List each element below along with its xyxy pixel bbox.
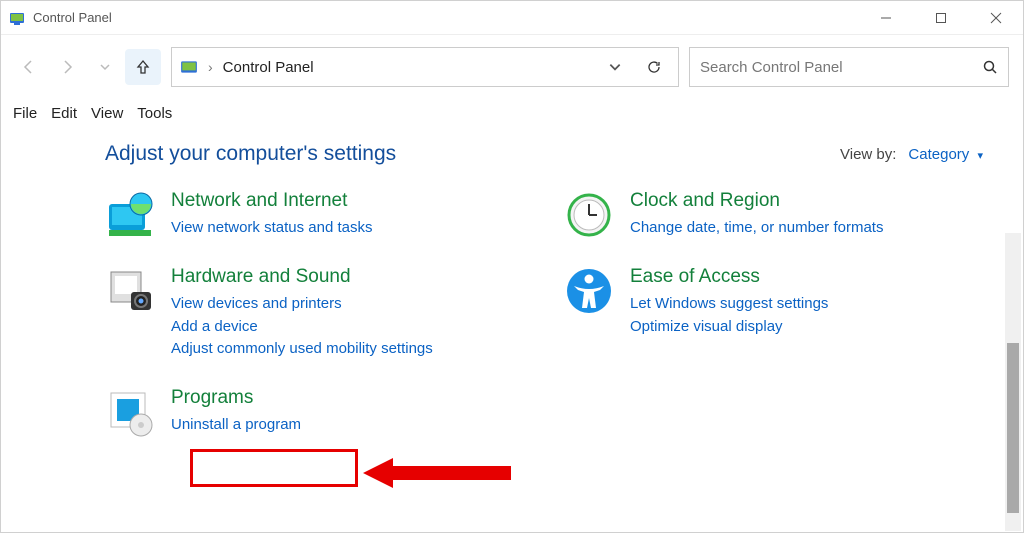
content-area: Adjust your computer's settings View by:… — [1, 132, 1023, 531]
category-clock: Clock and Region Change date, time, or n… — [564, 190, 983, 240]
address-dropdown-icon[interactable] — [600, 60, 630, 74]
category-link[interactable]: Optimize visual display — [630, 317, 828, 337]
refresh-button[interactable] — [638, 59, 670, 75]
clock-icon — [564, 190, 614, 240]
window-title: Control Panel — [33, 10, 112, 25]
forward-button[interactable] — [49, 49, 85, 85]
category-title[interactable]: Ease of Access — [630, 266, 760, 288]
category-title[interactable]: Network and Internet — [171, 190, 347, 212]
up-button[interactable] — [125, 49, 161, 85]
minimize-button[interactable] — [858, 1, 913, 35]
category-title[interactable]: Clock and Region — [630, 190, 780, 212]
viewby-dropdown[interactable]: Category ▾ — [908, 146, 983, 163]
menubar: File Edit View Tools — [1, 99, 1023, 132]
category-link[interactable]: Uninstall a program — [171, 415, 301, 435]
category-hardware: Hardware and Sound View devices and prin… — [105, 266, 524, 361]
category-ease-of-access: Ease of Access Let Windows suggest setti… — [564, 266, 983, 339]
category-programs: Programs Uninstall a program — [105, 387, 524, 437]
scrollbar-thumb[interactable] — [1007, 343, 1019, 513]
accessibility-icon — [564, 266, 614, 316]
control-panel-app-icon — [9, 10, 25, 26]
menu-tools[interactable]: Tools — [137, 105, 172, 122]
programs-icon — [105, 387, 155, 437]
viewby-label: View by: — [840, 146, 896, 163]
titlebar: Control Panel — [1, 1, 1023, 35]
breadcrumb-root[interactable]: Control Panel — [223, 59, 314, 76]
search-icon[interactable] — [982, 59, 998, 75]
menu-view[interactable]: View — [91, 105, 123, 122]
vertical-scrollbar[interactable] — [1005, 233, 1021, 531]
close-button[interactable] — [968, 1, 1023, 35]
search-input[interactable]: Search Control Panel — [689, 47, 1009, 87]
window-controls — [858, 1, 1023, 35]
chevron-down-icon: ▾ — [977, 150, 983, 162]
category-link[interactable]: Adjust commonly used mobility settings — [171, 339, 433, 359]
left-column: Network and Internet View network status… — [105, 190, 524, 463]
page-heading: Adjust your computer's settings — [105, 142, 840, 166]
network-icon — [105, 190, 155, 240]
back-button[interactable] — [11, 49, 47, 85]
category-link[interactable]: Add a device — [171, 317, 433, 337]
category-link[interactable]: View network status and tasks — [171, 218, 373, 238]
search-placeholder: Search Control Panel — [700, 59, 982, 76]
hardware-icon — [105, 266, 155, 316]
right-column: Clock and Region Change date, time, or n… — [564, 190, 983, 463]
recent-locations-dropdown[interactable] — [87, 49, 123, 85]
breadcrumb-icon — [180, 58, 198, 76]
category-link[interactable]: Change date, time, or number formats — [630, 218, 883, 238]
viewby-value: Category — [908, 146, 969, 163]
maximize-button[interactable] — [913, 1, 968, 35]
breadcrumb-separator-icon: › — [206, 59, 215, 75]
category-title[interactable]: Hardware and Sound — [171, 266, 351, 288]
menu-edit[interactable]: Edit — [51, 105, 77, 122]
category-link[interactable]: Let Windows suggest settings — [630, 294, 828, 314]
address-bar[interactable]: › Control Panel — [171, 47, 679, 87]
category-network: Network and Internet View network status… — [105, 190, 524, 240]
menu-file[interactable]: File — [13, 105, 37, 122]
nav-row: › Control Panel Search Control Panel — [1, 35, 1023, 99]
category-title[interactable]: Programs — [171, 387, 253, 409]
category-link[interactable]: View devices and printers — [171, 294, 433, 314]
